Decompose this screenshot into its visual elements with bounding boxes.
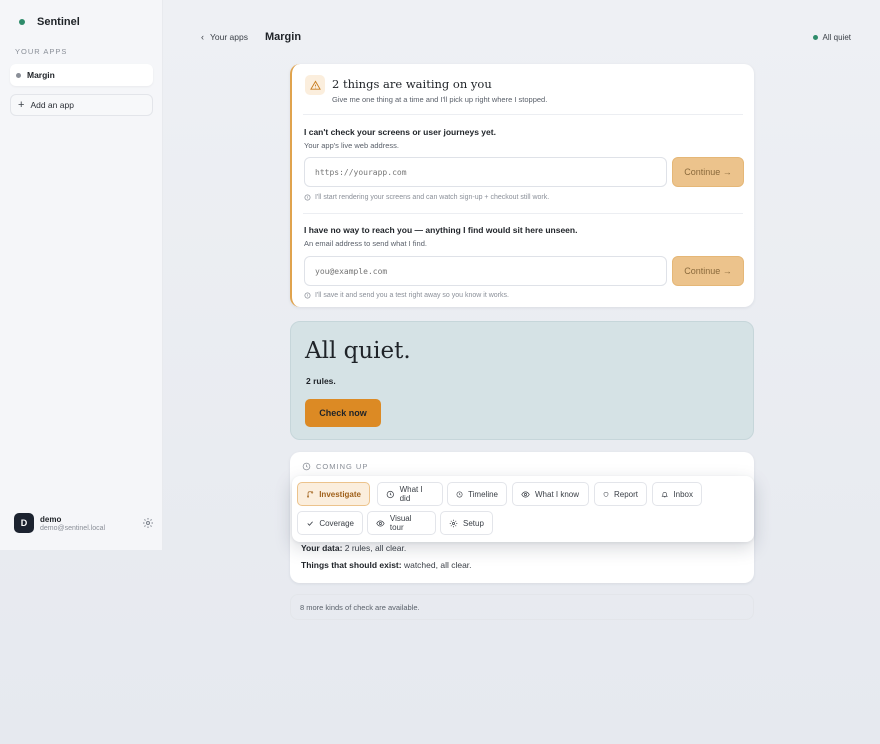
gear-icon[interactable] xyxy=(142,517,154,529)
menu-item-label: What I know xyxy=(535,489,580,499)
question-title: I can't check your screens or user journ… xyxy=(304,127,496,137)
user-profile[interactable]: D demo demo@sentinel.local xyxy=(14,513,154,533)
user-name: demo xyxy=(40,514,62,524)
avatar: D xyxy=(14,513,34,533)
clock-icon xyxy=(456,491,463,497)
clock-icon xyxy=(302,462,311,471)
url-input[interactable] xyxy=(304,157,667,187)
data-summary: Your data: 2 rules, all clear. xyxy=(301,543,406,553)
exist-summary: Things that should exist: watched, all c… xyxy=(301,560,472,570)
branch-icon xyxy=(307,490,314,498)
status-text: All quiet xyxy=(822,33,851,42)
app-status-dot-icon xyxy=(16,72,21,78)
menu-item-label: Timeline xyxy=(468,489,498,499)
menu-item-label: Coverage xyxy=(319,518,354,528)
sidebar-item-label: Margin xyxy=(27,70,55,80)
brand: Sentinel xyxy=(19,16,80,28)
menu-item-investigate[interactable]: Investigate xyxy=(297,482,370,506)
question-title: I have no way to reach you — anything I … xyxy=(304,225,578,235)
waiting-subtitle: Give me one thing at a time and I'll pic… xyxy=(332,95,548,104)
coming-up-label-text: COMING UP xyxy=(316,462,369,471)
menu-item-setup[interactable]: Setup xyxy=(440,511,493,535)
menu-item-what-i-know[interactable]: What I know xyxy=(512,482,589,506)
hint-text: I'll start rendering your screens and ca… xyxy=(315,194,550,201)
question-subtitle: Your app's live web address. xyxy=(304,141,399,150)
brand-name: Sentinel xyxy=(37,16,80,28)
waiting-card: 2 things are waiting on you Give me one … xyxy=(290,64,754,307)
chevron-left-icon: ‹ xyxy=(201,32,204,42)
divider xyxy=(303,114,743,115)
brand-dot-icon xyxy=(19,19,25,25)
menu-item-label: Investigate xyxy=(319,489,361,499)
sidebar: Sentinel YOUR APPS Margin + Add an app D… xyxy=(0,0,163,550)
gear-icon xyxy=(449,519,458,527)
more-checks-link[interactable]: 8 more kinds of check are available. xyxy=(290,594,754,620)
shield-icon xyxy=(603,491,609,497)
check-now-button[interactable]: Check now xyxy=(305,399,381,427)
back-link-label: Your apps xyxy=(210,32,248,42)
back-link[interactable]: ‹ Your apps xyxy=(201,32,248,42)
menu-item-label: What I did xyxy=(399,485,423,503)
email-input[interactable] xyxy=(304,256,667,286)
menu-item-label: Visual tour xyxy=(389,514,412,532)
menu-item-label: Report xyxy=(613,489,638,499)
sidebar-item-margin[interactable]: Margin xyxy=(10,64,153,86)
hint: I'll save it and send you a test right a… xyxy=(304,292,509,299)
menu-item-label: Inbox xyxy=(673,489,693,499)
menu-item-label: Setup xyxy=(463,518,484,528)
eye-icon xyxy=(521,490,530,498)
waiting-title: 2 things are waiting on you xyxy=(332,77,492,91)
add-app-button[interactable]: + Add an app xyxy=(10,94,153,116)
data-key: Your data: xyxy=(301,543,343,553)
all-quiet-card: All quiet. 2 rules. Check now xyxy=(290,321,754,440)
check-icon xyxy=(307,520,313,526)
coming-up-label: COMING UP xyxy=(302,462,368,471)
menu-item-report[interactable]: Report xyxy=(594,482,647,506)
data-value: 2 rules, all clear. xyxy=(342,543,407,553)
exist-key: Things that should exist: xyxy=(301,560,402,570)
plus-icon: + xyxy=(18,98,25,111)
info-icon xyxy=(304,292,311,299)
status-dot-icon xyxy=(812,35,818,40)
bell-icon xyxy=(661,491,668,497)
hint-text: I'll save it and send you a test right a… xyxy=(315,292,509,299)
user-text: demo demo@sentinel.local xyxy=(40,515,142,532)
info-icon xyxy=(304,194,311,201)
page-title: Margin xyxy=(265,31,302,43)
rules-count: 2 rules. xyxy=(306,376,336,386)
divider xyxy=(303,213,743,214)
actions-menu: Investigate What I did Timeline What I k… xyxy=(292,476,754,542)
hint: I'll start rendering your screens and ca… xyxy=(304,194,549,201)
menu-item-timeline[interactable]: Timeline xyxy=(447,482,507,506)
continue-button[interactable]: Continue → xyxy=(672,157,744,187)
menu-item-what-i-did[interactable]: What I did xyxy=(377,482,443,506)
continue-button[interactable]: Continue → xyxy=(672,256,744,286)
section-label: YOUR APPS xyxy=(15,47,68,56)
user-email: demo@sentinel.local xyxy=(40,524,106,532)
menu-item-visual-tour[interactable]: Visual tour xyxy=(367,511,436,535)
eye-icon xyxy=(376,520,385,526)
warning-icon xyxy=(305,75,325,95)
menu-item-inbox[interactable]: Inbox xyxy=(652,482,702,506)
exist-value: watched, all clear. xyxy=(401,560,472,570)
clock-icon xyxy=(386,490,394,498)
add-app-label: Add an app xyxy=(30,100,74,110)
menu-item-coverage[interactable]: Coverage xyxy=(297,511,363,535)
status-indicator: All quiet xyxy=(812,33,851,42)
question-subtitle: An email address to send what I find. xyxy=(304,239,427,248)
quiet-title: All quiet. xyxy=(305,338,411,364)
